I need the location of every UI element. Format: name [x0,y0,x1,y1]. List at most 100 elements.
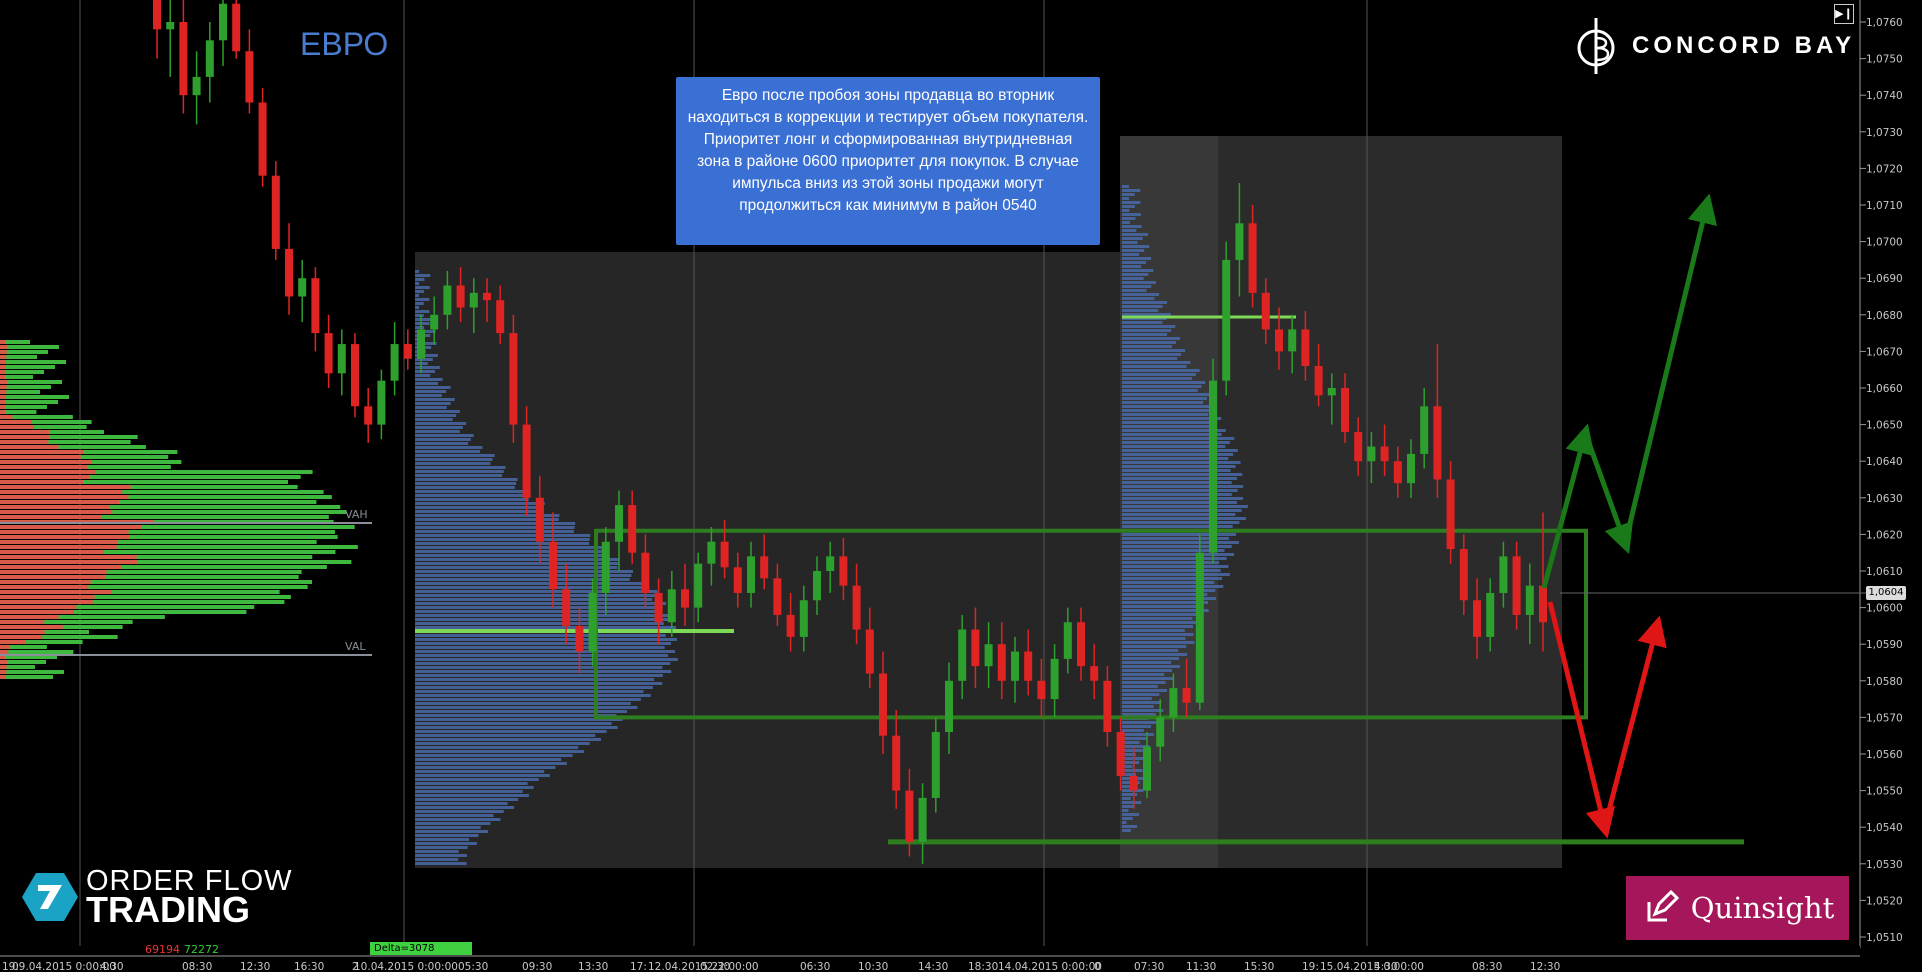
volume-bar [1122,245,1150,248]
volume-bar [415,722,612,725]
candle-body [1341,388,1349,432]
volume-bar [1122,425,1214,428]
candle-body [153,0,161,30]
candle-body [1116,732,1125,776]
volume-bar [1122,433,1222,436]
volume-bar [1122,185,1129,188]
candle-body [535,497,544,542]
volume-bar [415,286,430,289]
volume-bar [415,598,653,601]
concord-bay-logo: CONCORD BAY [1574,14,1855,78]
volume-bar [1122,669,1173,672]
quinsight-logo: Quinsight [1626,876,1849,940]
candle-body [298,278,307,297]
volume-bar [1122,645,1187,648]
volume-bar [415,754,573,757]
volume-bar [415,326,425,329]
time-tick-label: 12:30 [240,961,270,972]
volume-bar [415,482,517,485]
profile-sell-bar [0,445,59,449]
volume-bar [1122,657,1179,660]
volume-bar [1122,297,1155,300]
volume-bar [1122,625,1194,628]
time-tick-label: 08:30 [1472,961,1502,972]
profile-sell-bar [0,630,45,634]
candle-body [1261,292,1270,330]
volume-bar [415,294,419,297]
volume-bar [1122,341,1176,344]
volume-bar [415,442,469,445]
volume-bar [1122,741,1140,744]
val-label: VAL [345,640,366,653]
volume-bar [1122,593,1208,596]
volume-bar [415,422,467,425]
volume-bar [415,718,623,721]
volume-bar [415,642,671,645]
volume-bar [415,366,440,369]
time-tick-label: 0 [1094,961,1101,972]
volume-bar [415,814,494,817]
price-tick-label: 1,0520 [1866,895,1903,907]
volume-bar [415,742,590,745]
volume-bar [415,738,602,741]
volume-bar [1122,533,1237,536]
volume-bar [415,650,676,653]
volume-bar [1122,653,1188,656]
volume-bar [1122,737,1147,740]
profile-sell-bar [0,405,6,409]
volume-bar [1122,465,1236,468]
profile-sell-bar [0,570,107,574]
price-tick-label: 1,0640 [1866,456,1903,468]
volume-bar [1122,721,1159,724]
candle-body [799,600,808,637]
skip-to-end-icon[interactable]: ▶❙ [1834,4,1854,24]
candle-body [430,314,439,330]
volume-bar [415,622,664,625]
volume-bar [415,662,671,665]
volume-bar [415,386,451,389]
candle-body [1539,585,1547,623]
profile-sell-bar [0,500,120,504]
volume-bar [1122,389,1198,392]
volume-bar [1122,513,1236,516]
volume-bar [1122,497,1243,500]
profile-buy-bar [0,380,62,384]
volume-bar [1122,437,1235,440]
candle-body [694,563,703,608]
profile-sell-bar [0,580,91,584]
volume-bar [415,310,430,313]
profile-sell-bar [0,490,123,494]
volume-bar [1122,405,1217,408]
order-flow-trading-logo: ORDER FLOW TRADING [22,867,293,928]
volume-bar [415,306,419,309]
volume-bar [1122,677,1174,680]
time-tick-label: 08:30 [182,961,212,972]
volume-bar [415,414,457,417]
profile-sell-bar [0,555,137,559]
volume-bar [415,502,545,505]
volume-bar [415,462,491,465]
profile-sell-bar [0,485,131,489]
volume-bar [415,454,495,457]
price-tick-label: 1,0730 [1866,127,1903,139]
volume-bar [1122,321,1163,324]
bull-arrow [1623,193,1718,541]
volume-bar [1122,573,1230,576]
buy-volume: 72272 [184,943,219,956]
volume-bar [415,862,467,865]
vah-label: VAH [345,508,368,521]
volume-bar [1122,329,1172,332]
time-tick-label: 4:30 [1374,961,1398,972]
volume-bar [1122,685,1158,688]
volume-bar [415,666,663,669]
candle-body [1209,380,1217,553]
candle-body [1235,223,1244,260]
candle-body [549,541,557,590]
profile-sell-bar [0,585,89,589]
time-tick-label: 02:30 [700,961,730,972]
candle-body [945,680,953,733]
volume-bar [415,426,463,429]
sell-volume: 69194 [145,943,180,956]
candle-body [839,556,848,586]
candle-body [417,329,425,359]
